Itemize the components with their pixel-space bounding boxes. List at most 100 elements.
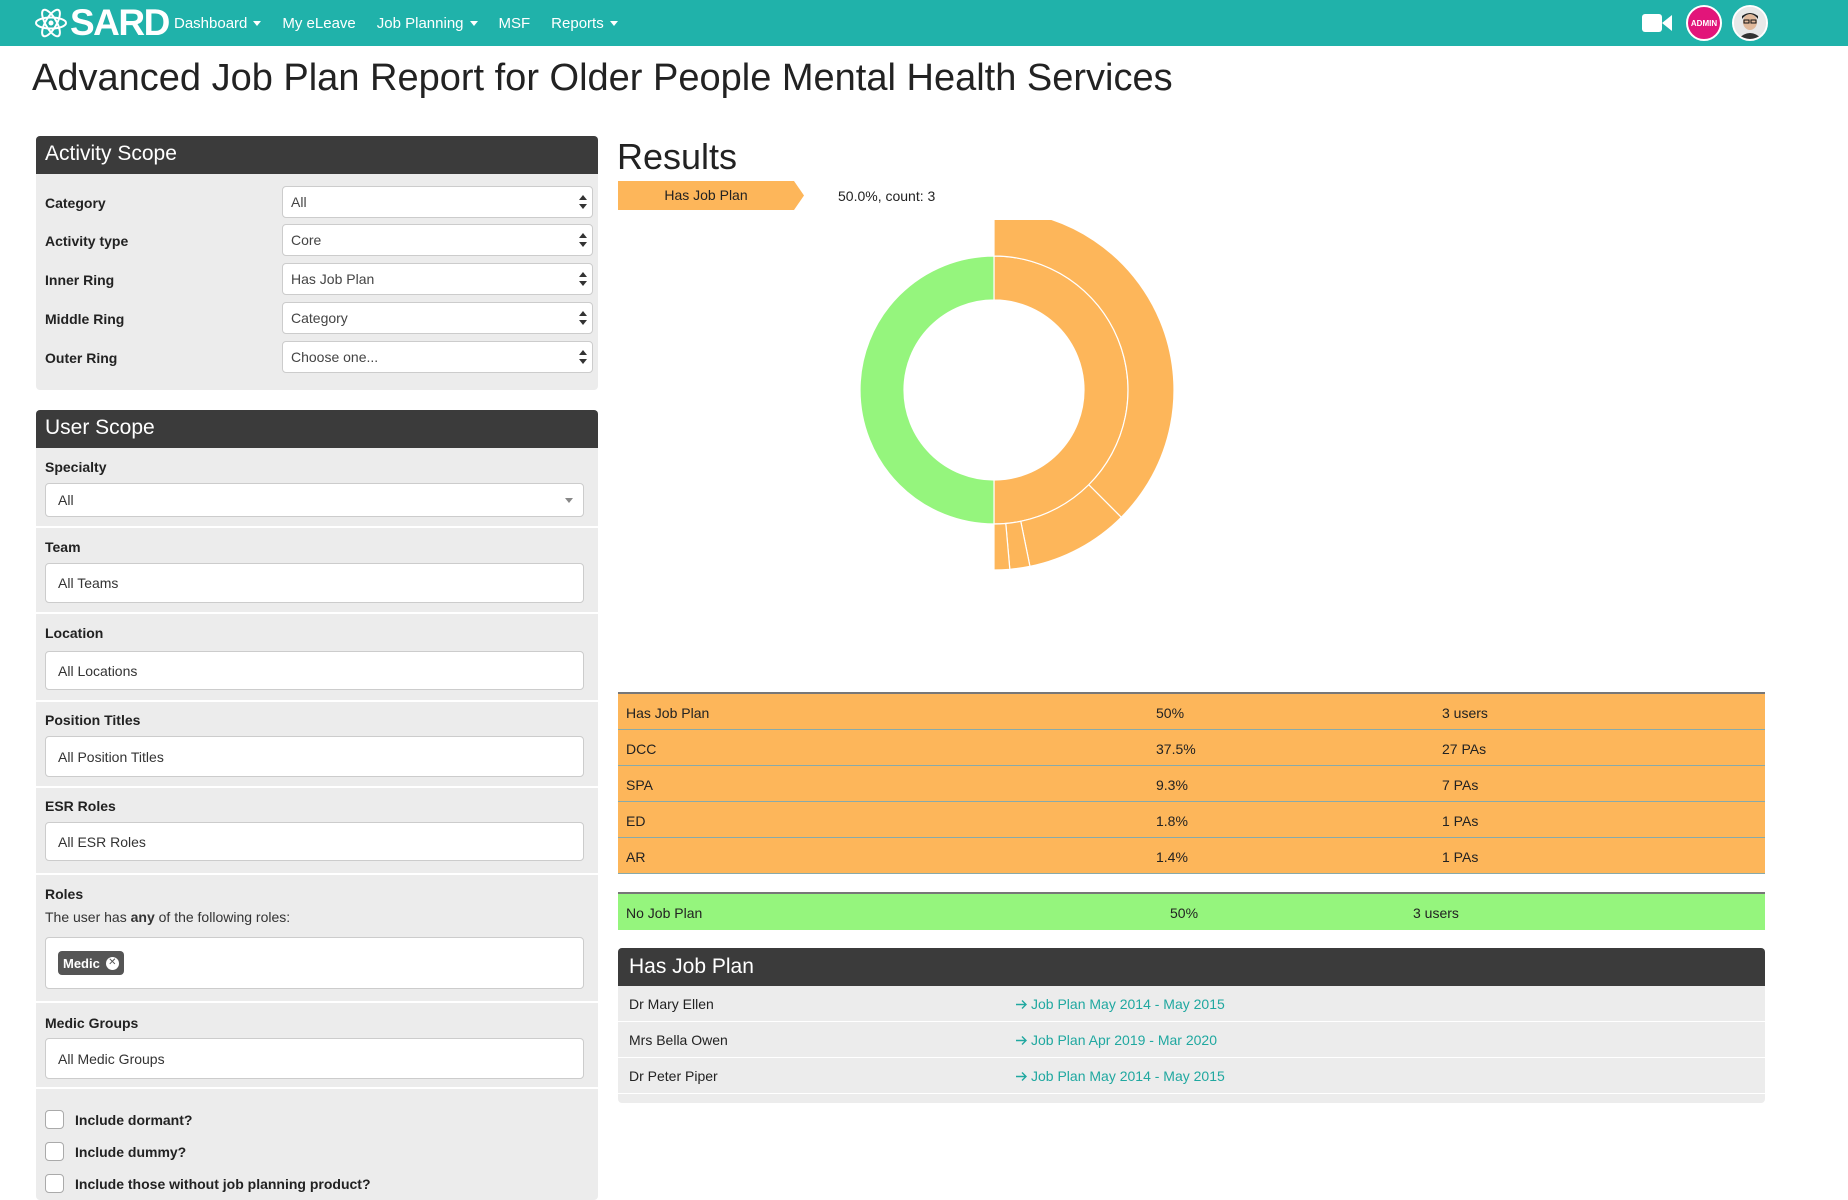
caret-down-icon <box>469 20 478 26</box>
nav-job-planning[interactable]: Job Planning <box>377 15 478 32</box>
activity-type-value: Core <box>291 232 322 248</box>
position-titles-input[interactable]: All Position Titles <box>45 736 584 777</box>
roles-input[interactable]: Medic ✕ <box>45 937 584 989</box>
position-titles-value: All Position Titles <box>58 748 164 765</box>
include-dummy-row[interactable]: Include dummy? <box>45 1142 186 1161</box>
table-row[interactable]: No Job Plan 50% 3 users <box>618 894 1765 930</box>
nav-msf[interactable]: MSF <box>499 15 531 32</box>
category-label: Category <box>45 195 106 211</box>
breadcrumb-label: Has Job Plan <box>664 187 748 203</box>
include-dummy-checkbox[interactable] <box>45 1142 64 1161</box>
include-dormant-checkbox[interactable] <box>45 1110 64 1129</box>
chevron-down-icon <box>565 498 573 503</box>
job-plan-link-label: Job Plan Apr 2019 - Mar 2020 <box>1031 1032 1218 1048</box>
middle-ring-value: Category <box>291 310 348 326</box>
sunburst-inner-no-job-plan[interactable] <box>859 255 995 525</box>
remove-tag-icon[interactable]: ✕ <box>105 956 119 970</box>
row-percent: 1.8% <box>1156 813 1188 829</box>
nav-right: ADMIN <box>1642 4 1768 42</box>
include-dormant-row[interactable]: Include dormant? <box>45 1110 192 1129</box>
job-plan-link-label: Job Plan May 2014 - May 2015 <box>1031 996 1225 1012</box>
category-row: Category All <box>45 186 593 220</box>
row-name: Has Job Plan <box>626 705 710 721</box>
job-plan-link[interactable]: Job Plan May 2014 - May 2015 <box>1015 996 1225 1012</box>
job-plan-link-label: Job Plan May 2014 - May 2015 <box>1031 1068 1225 1084</box>
nav-job-planning-label: Job Planning <box>376 14 464 32</box>
inner-ring-select[interactable]: Has Job Plan <box>282 263 593 295</box>
inner-ring-row: Inner Ring Has Job Plan <box>45 263 593 297</box>
row-name: SPA <box>626 777 653 793</box>
no-job-plan-table: No Job Plan 50% 3 users <box>618 892 1765 930</box>
nav-reports[interactable]: Reports <box>551 15 618 32</box>
sunburst-chart <box>859 220 1175 571</box>
row-percent: 50% <box>1170 905 1199 921</box>
include-dormant-label: Include dormant? <box>75 1111 193 1128</box>
user-scope-title: User Scope <box>36 410 598 448</box>
video-camera-icon[interactable] <box>1642 12 1672 34</box>
main-nav: Dashboard My eLeave Job Planning MSF Rep… <box>174 0 639 46</box>
top-navbar: SARD Dashboard My eLeave Job Planning MS… <box>0 0 1848 46</box>
arrow-right-icon <box>1016 999 1027 1009</box>
position-titles-label: Position Titles <box>45 712 141 728</box>
caret-down-icon <box>609 20 618 26</box>
list-item: Mrs Bella Owen Job Plan Apr 2019 - Mar 20… <box>618 1022 1765 1058</box>
sard-logo[interactable]: SARD <box>34 2 170 43</box>
roles-section: Roles The user has any of the following … <box>36 875 598 1003</box>
has-job-plan-list-title: Has Job Plan <box>618 948 1765 986</box>
row-count: 1 PAs <box>1442 813 1479 829</box>
include-dummy-label: Include dummy? <box>75 1143 187 1160</box>
breadcrumb-stats: 50.0%, count: 3 <box>838 188 936 204</box>
nav-my-eleave[interactable]: My eLeave <box>282 15 355 32</box>
arrow-right-icon <box>1016 1035 1027 1045</box>
job-plan-link[interactable]: Job Plan Apr 2019 - Mar 2020 <box>1015 1032 1217 1048</box>
category-select[interactable]: All <box>282 186 593 218</box>
specialty-select[interactable]: All <box>45 483 584 517</box>
location-label: Location <box>45 625 104 641</box>
roles-description: The user has any of the following roles: <box>45 909 290 925</box>
role-tag-medic: Medic ✕ <box>58 951 124 975</box>
team-input[interactable]: All Teams <box>45 563 584 603</box>
has-job-plan-list-panel: Has Job Plan Dr Mary Ellen Job Plan May 2… <box>618 948 1765 1103</box>
sort-arrows-icon <box>579 350 587 364</box>
row-count: 3 users <box>1442 705 1488 721</box>
esr-roles-section: ESR Roles All ESR Roles <box>36 788 598 875</box>
arrow-right-icon <box>1016 1071 1027 1081</box>
roles-desc-prefix: The user has <box>45 909 131 925</box>
middle-ring-select[interactable]: Category <box>282 302 593 334</box>
table-row[interactable]: DCC 37.5% 27 PAs <box>618 730 1765 766</box>
team-label: Team <box>45 539 81 555</box>
row-percent: 50% <box>1156 705 1185 721</box>
nav-my-eleave-label: My eLeave <box>282 14 356 32</box>
include-without-product-label: Include those without job planning produ… <box>75 1175 371 1192</box>
activity-type-select[interactable]: Core <box>282 224 593 256</box>
location-input[interactable]: All Locations <box>45 651 584 690</box>
nav-reports-label: Reports <box>551 14 604 32</box>
esr-roles-input[interactable]: All ESR Roles <box>45 822 584 861</box>
outer-ring-select[interactable]: Choose one... <box>282 341 593 373</box>
user-avatar[interactable] <box>1732 5 1768 41</box>
outer-ring-row: Outer Ring Choose one... <box>45 341 593 375</box>
esr-roles-label: ESR Roles <box>45 798 116 814</box>
admin-badge[interactable]: ADMIN <box>1686 5 1722 41</box>
outer-ring-value: Choose one... <box>291 349 379 365</box>
category-value: All <box>291 194 307 210</box>
sort-arrows-icon <box>579 195 587 209</box>
location-section: Location All Locations <box>36 614 598 702</box>
include-without-product-row[interactable]: Include those without job planning produ… <box>45 1174 371 1193</box>
medic-groups-value: All Medic Groups <box>58 1050 165 1067</box>
role-tag-label: Medic <box>63 955 100 971</box>
sunburst-breadcrumb: Has Job Plan <box>618 181 804 210</box>
medic-groups-input[interactable]: All Medic Groups <box>45 1038 584 1079</box>
row-count: 1 PAs <box>1442 849 1479 865</box>
include-without-product-checkbox[interactable] <box>45 1174 64 1193</box>
table-row[interactable]: Has Job Plan 50% 3 users <box>618 694 1765 730</box>
activity-type-label: Activity type <box>45 233 129 249</box>
logo-text: SARD <box>70 2 170 43</box>
list-item: Dr Mary Ellen Job Plan May 2014 - May 201… <box>618 986 1765 1022</box>
nav-dashboard[interactable]: Dashboard <box>174 15 262 32</box>
job-plan-link[interactable]: Job Plan May 2014 - May 2015 <box>1015 1068 1225 1084</box>
caret-down-icon <box>253 20 262 26</box>
table-row[interactable]: ED 1.8% 1 PAs <box>618 802 1765 838</box>
table-row[interactable]: AR 1.4% 1 PAs <box>618 838 1765 874</box>
table-row[interactable]: SPA 9.3% 7 PAs <box>618 766 1765 802</box>
